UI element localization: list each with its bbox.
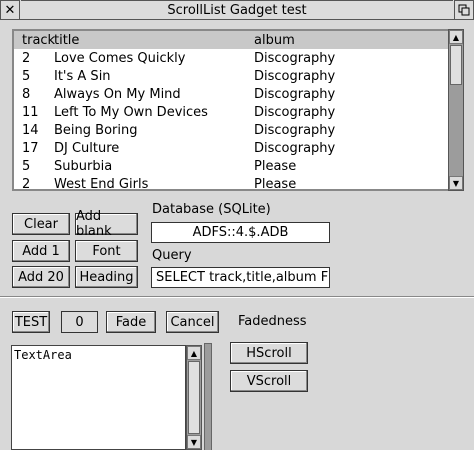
- database-label: Database (SQLite): [152, 202, 271, 217]
- cell-track: 11: [22, 104, 39, 120]
- test-button[interactable]: TEST: [12, 311, 50, 333]
- textarea-side-bar: [204, 343, 212, 450]
- window-title: ScrollList Gadget test: [21, 0, 453, 20]
- database-field[interactable]: ADFS::4.$.ADB: [151, 222, 330, 243]
- window-body: track title album 2 Love Comes Quickly D…: [0, 20, 474, 450]
- scrollbar-thumb[interactable]: [450, 45, 462, 85]
- table-row[interactable]: 8 Always On My Mind Discography: [14, 85, 448, 103]
- table-row[interactable]: 17 DJ Culture Discography: [14, 139, 448, 157]
- cell-title: Being Boring: [54, 122, 138, 138]
- cell-album: Please: [254, 158, 297, 174]
- cell-track: 2: [22, 176, 31, 192]
- table-row[interactable]: 14 Being Boring Discography: [14, 121, 448, 139]
- cell-title: West End Girls: [54, 176, 149, 192]
- query-label: Query: [152, 248, 192, 263]
- query-field[interactable]: SELECT track,title,album FRO: [151, 267, 330, 288]
- add-20-button[interactable]: Add 20: [12, 266, 70, 288]
- clear-button[interactable]: Clear: [12, 213, 70, 235]
- list-header: track title album: [14, 31, 448, 49]
- fade-button[interactable]: Fade: [106, 311, 156, 333]
- cell-title: Love Comes Quickly: [54, 50, 186, 66]
- title-bar[interactable]: ✕ ScrollList Gadget test: [0, 0, 474, 20]
- fadedness-label: Fadedness: [238, 314, 307, 329]
- cell-title: It's A Sin: [54, 68, 111, 84]
- scroll-up-icon[interactable]: ▲: [187, 346, 201, 360]
- cell-album: Discography: [254, 50, 336, 66]
- vscroll-button[interactable]: VScroll: [230, 370, 308, 392]
- close-icon[interactable]: ✕: [0, 0, 20, 20]
- divider: [0, 296, 474, 298]
- cell-track: 2: [22, 50, 31, 66]
- add-1-button[interactable]: Add 1: [12, 240, 70, 262]
- cell-album: Please: [254, 176, 297, 192]
- scroll-down-icon[interactable]: ▼: [449, 176, 463, 190]
- cell-track: 8: [22, 86, 31, 102]
- cell-track: 5: [22, 158, 31, 174]
- header-title: title: [54, 32, 80, 48]
- cell-track: 5: [22, 68, 31, 84]
- counter-display: 0: [61, 311, 98, 333]
- back-icon[interactable]: [454, 0, 474, 20]
- back-icon-glyph: [458, 4, 470, 16]
- cell-title: DJ Culture: [54, 140, 120, 156]
- font-button[interactable]: Font: [75, 240, 138, 262]
- textarea-vertical-scrollbar[interactable]: ▲ ▼: [186, 345, 202, 450]
- table-row[interactable]: 11 Left To My Own Devices Discography: [14, 103, 448, 121]
- cell-album: Discography: [254, 68, 336, 84]
- cancel-button[interactable]: Cancel: [166, 311, 219, 333]
- cell-album: Discography: [254, 140, 336, 156]
- scrollbar-thumb[interactable]: [188, 361, 200, 434]
- table-row[interactable]: 2 Love Comes Quickly Discography: [14, 49, 448, 67]
- cell-track: 14: [22, 122, 39, 138]
- cell-title: Suburbia: [54, 158, 113, 174]
- hscroll-button[interactable]: HScroll: [230, 342, 308, 364]
- list-vertical-scrollbar[interactable]: ▲ ▼: [448, 29, 464, 191]
- table-row[interactable]: 5 Suburbia Please: [14, 157, 448, 175]
- table-row[interactable]: 5 It's A Sin Discography: [14, 67, 448, 85]
- scroll-down-icon[interactable]: ▼: [187, 435, 201, 449]
- cell-track: 17: [22, 140, 39, 156]
- scroll-list[interactable]: track title album 2 Love Comes Quickly D…: [12, 29, 448, 193]
- table-row[interactable]: 2 West End Girls Please: [14, 175, 448, 193]
- scroll-up-icon[interactable]: ▲: [449, 30, 463, 44]
- cell-title: Left To My Own Devices: [54, 104, 208, 120]
- header-track: track: [22, 32, 56, 48]
- cell-album: Discography: [254, 122, 336, 138]
- cell-title: Always On My Mind: [54, 86, 181, 102]
- cell-album: Discography: [254, 104, 336, 120]
- text-area[interactable]: TextArea: [11, 345, 186, 450]
- add-blank-button[interactable]: Add blank: [75, 209, 138, 239]
- header-album: album: [254, 32, 295, 48]
- heading-button[interactable]: Heading: [75, 266, 138, 288]
- cell-album: Discography: [254, 86, 336, 102]
